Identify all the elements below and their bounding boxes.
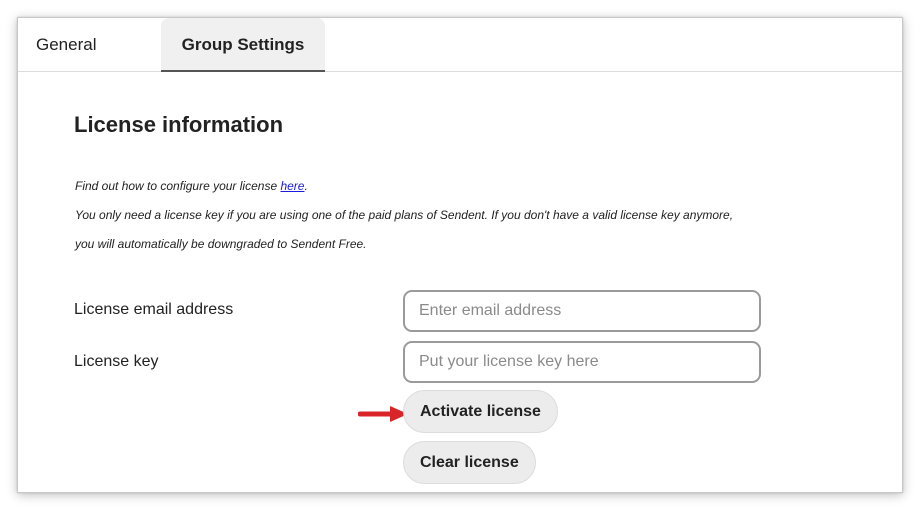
clear-license-button[interactable]: Clear license — [403, 441, 536, 484]
email-label: License email address — [74, 301, 234, 318]
tab-bar: General Group Settings — [18, 18, 902, 72]
tab-group-settings[interactable]: Group Settings — [161, 18, 325, 72]
info-suffix: . — [304, 179, 308, 193]
info-line-downgrade: you will automatically be downgraded to … — [75, 237, 367, 251]
info-prefix: Find out how to configure your license — [75, 179, 281, 193]
email-field[interactable] — [403, 290, 761, 332]
section-title: License information — [74, 112, 284, 137]
info-line-configure: Find out how to configure your license h… — [75, 179, 308, 193]
license-key-label: License key — [74, 353, 159, 370]
settings-panel: General Group Settings License informati… — [17, 17, 903, 493]
tab-general[interactable]: General — [36, 18, 96, 72]
license-key-field[interactable] — [403, 341, 761, 383]
activate-license-button[interactable]: Activate license — [403, 390, 558, 433]
info-line-paid-plans: You only need a license key if you are u… — [75, 208, 734, 222]
configure-help-link[interactable]: here — [280, 179, 304, 193]
